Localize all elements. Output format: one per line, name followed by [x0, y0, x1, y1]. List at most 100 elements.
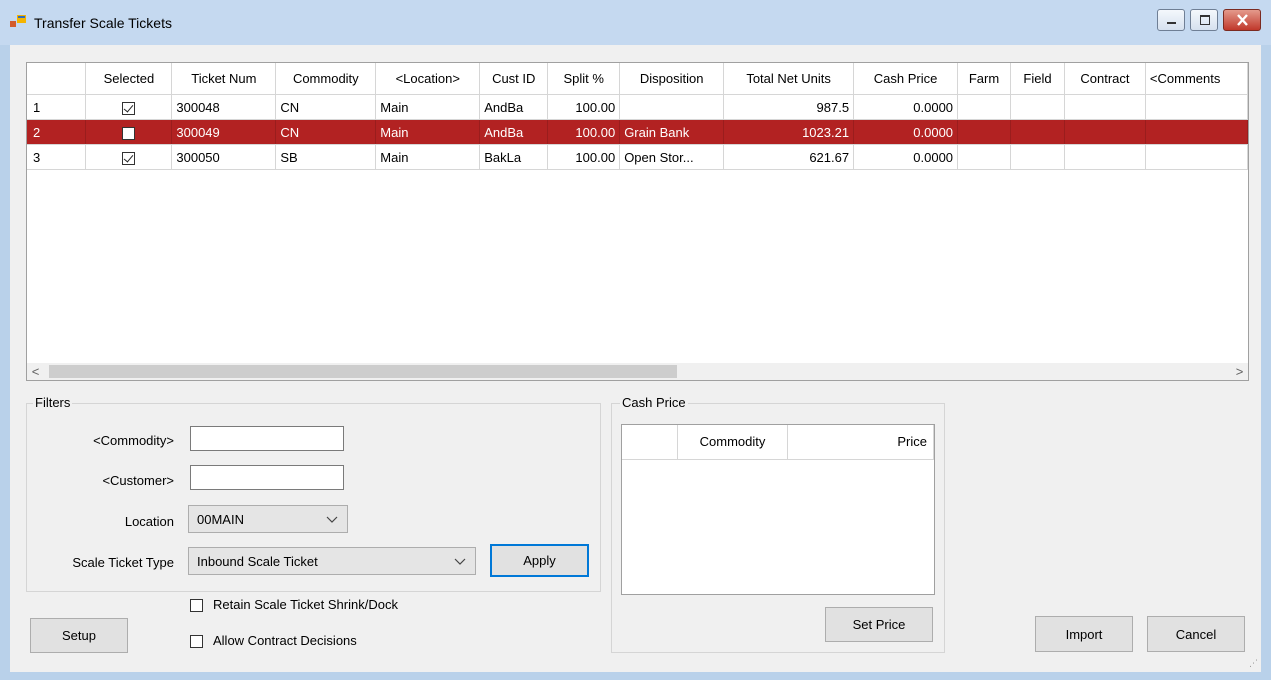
cell-cust-id[interactable]: AndBa: [479, 94, 549, 120]
title-bar: Transfer Scale Tickets: [0, 0, 1271, 45]
cell-split[interactable]: 100.00: [547, 94, 621, 120]
cell-total-net-units[interactable]: 621.67: [723, 144, 855, 170]
cell-comments[interactable]: [1145, 144, 1248, 170]
cell-commodity[interactable]: CN: [275, 119, 377, 145]
commodity-input[interactable]: [190, 426, 344, 451]
close-icon: [1237, 14, 1248, 26]
cash-price-col-commodity[interactable]: Commodity: [678, 425, 788, 459]
allow-contract-decisions-checkbox[interactable]: [190, 635, 203, 649]
restore-button[interactable]: [1190, 9, 1218, 31]
allow-contract-decisions-option[interactable]: Allow Contract Decisions: [190, 633, 357, 649]
col-header-disposition[interactable]: Disposition: [619, 63, 725, 95]
cell-contract[interactable]: [1064, 119, 1146, 145]
cell-cust-id[interactable]: AndBa: [479, 119, 549, 145]
restore-icon: [1200, 15, 1210, 25]
col-header-split[interactable]: Split %: [547, 63, 621, 95]
cell-disposition[interactable]: Grain Bank: [619, 119, 725, 145]
resize-grip-icon[interactable]: ⋰: [1249, 658, 1258, 669]
row-selected-checkbox[interactable]: [122, 151, 136, 165]
set-price-button[interactable]: Set Price: [825, 607, 933, 642]
col-header-commodity[interactable]: Commodity: [275, 63, 377, 95]
cell-field[interactable]: [1010, 144, 1065, 170]
cell-contract[interactable]: [1064, 94, 1146, 120]
col-header-cust-id[interactable]: Cust ID: [479, 63, 549, 95]
cell-ticket-num[interactable]: 300048: [171, 94, 277, 120]
cell-commodity[interactable]: CN: [275, 94, 377, 120]
cell-contract[interactable]: [1064, 144, 1146, 170]
row-selected-checkbox[interactable]: [122, 126, 136, 140]
scroll-left-icon[interactable]: <: [27, 363, 44, 380]
col-header-location[interactable]: <Location>: [375, 63, 481, 95]
cell-selected: [85, 119, 173, 145]
cash-price-row-header-corner: [622, 425, 678, 459]
cell-cash-price[interactable]: 0.0000: [853, 144, 959, 170]
cell-farm[interactable]: [957, 144, 1011, 170]
minimize-button[interactable]: [1157, 9, 1185, 31]
cell-disposition[interactable]: Open Stor...: [619, 144, 725, 170]
col-header-selected[interactable]: Selected: [85, 63, 173, 95]
cell-location[interactable]: Main: [375, 94, 481, 120]
cell-disposition[interactable]: [619, 94, 725, 120]
location-label: Location: [124, 514, 174, 529]
col-header-contract[interactable]: Contract: [1064, 63, 1146, 95]
import-button[interactable]: Import: [1035, 616, 1133, 652]
col-header-field[interactable]: Field: [1010, 63, 1065, 95]
cell-comments[interactable]: [1145, 94, 1248, 120]
cell-location[interactable]: Main: [375, 144, 481, 170]
cell-field[interactable]: [1010, 119, 1065, 145]
close-button[interactable]: [1223, 9, 1261, 31]
row-header[interactable]: 2: [27, 119, 87, 145]
cell-field[interactable]: [1010, 94, 1065, 120]
cell-selected: [85, 144, 173, 170]
commodity-label: <Commodity>: [93, 433, 174, 448]
cash-price-col-price[interactable]: Price: [788, 425, 934, 459]
cell-ticket-num[interactable]: 300050: [171, 144, 277, 170]
cell-total-net-units[interactable]: 987.5: [723, 94, 855, 120]
cell-selected: [85, 94, 173, 120]
cell-farm[interactable]: [957, 94, 1011, 120]
col-header-cash-price[interactable]: Cash Price: [853, 63, 959, 95]
scroll-right-icon[interactable]: >: [1231, 363, 1248, 380]
cell-ticket-num[interactable]: 300049: [171, 119, 277, 145]
cell-farm[interactable]: [957, 119, 1011, 145]
table-row[interactable]: 1 300048 CN Main AndBa 100.00 987.5 0.0000: [27, 94, 1248, 120]
cell-cust-id[interactable]: BakLa: [479, 144, 549, 170]
col-header-total-net-units[interactable]: Total Net Units: [723, 63, 855, 95]
cash-price-title: Cash Price: [620, 395, 688, 410]
window-title: Transfer Scale Tickets: [34, 15, 172, 31]
tickets-table: Selected Ticket Num Commodity <Location>…: [27, 63, 1248, 170]
col-header-farm[interactable]: Farm: [957, 63, 1011, 95]
col-header-ticket-num[interactable]: Ticket Num: [171, 63, 277, 95]
row-header[interactable]: 3: [27, 144, 87, 170]
horizontal-scrollbar[interactable]: < >: [27, 363, 1248, 380]
table-row[interactable]: 3 300050 SB Main BakLa 100.00 Open Stor... 621.…: [27, 144, 1248, 170]
chevron-down-icon: [326, 516, 338, 523]
cell-commodity[interactable]: SB: [275, 144, 377, 170]
table-row[interactable]: 2 300049 CN Main AndBa 100.00 Grain Bank 1023.2…: [27, 119, 1248, 145]
allow-contract-decisions-label: Allow Contract Decisions: [213, 633, 357, 648]
scale-ticket-type-select[interactable]: Inbound Scale Ticket: [188, 547, 476, 575]
retain-shrink-dock-checkbox[interactable]: [190, 599, 203, 613]
apply-button[interactable]: Apply: [490, 544, 589, 577]
row-selected-checkbox[interactable]: [122, 101, 136, 115]
row-header[interactable]: 1: [27, 94, 87, 120]
customer-input[interactable]: [190, 465, 344, 490]
retain-shrink-dock-option[interactable]: Retain Scale Ticket Shrink/Dock: [190, 597, 398, 613]
cancel-button[interactable]: Cancel: [1147, 616, 1245, 652]
cash-price-grid[interactable]: Commodity Price: [621, 424, 935, 595]
setup-button[interactable]: Setup: [30, 618, 128, 653]
scale-tickets-grid[interactable]: Selected Ticket Num Commodity <Location>…: [26, 62, 1249, 381]
cell-cash-price[interactable]: 0.0000: [853, 94, 959, 120]
app-icon: [10, 15, 26, 27]
cell-location[interactable]: Main: [375, 119, 481, 145]
cell-split[interactable]: 100.00: [547, 119, 621, 145]
cell-cash-price[interactable]: 0.0000: [853, 119, 959, 145]
cell-comments[interactable]: [1145, 119, 1248, 145]
cell-split[interactable]: 100.00: [547, 144, 621, 170]
dialog-body: Selected Ticket Num Commodity <Location>…: [10, 45, 1261, 672]
cell-total-net-units[interactable]: 1023.21: [723, 119, 855, 145]
scrollbar-thumb[interactable]: [49, 365, 677, 378]
location-select-value: 00MAIN: [197, 512, 244, 527]
location-select[interactable]: 00MAIN: [188, 505, 348, 533]
col-header-comments[interactable]: <Comments: [1145, 63, 1248, 95]
